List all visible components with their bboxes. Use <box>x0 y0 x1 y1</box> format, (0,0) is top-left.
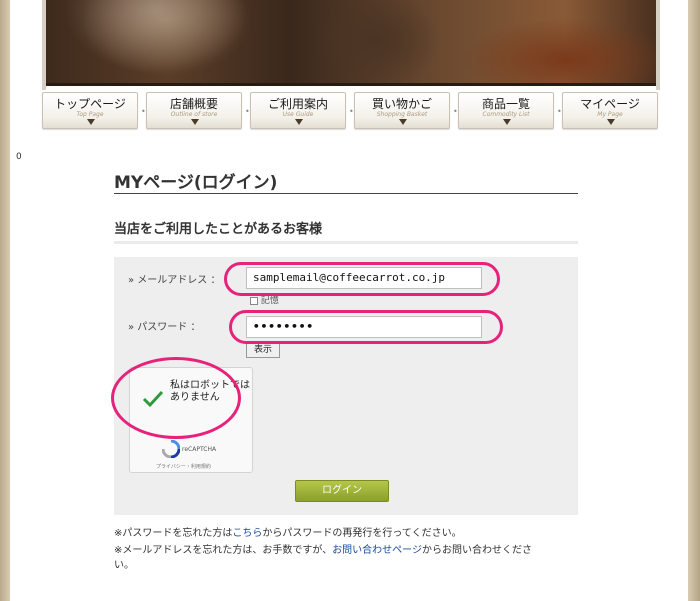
password-forgot-note: ※パスワードを忘れた方はこちらからパスワードの再発行を行ってください。 <box>114 527 584 541</box>
nav-sublabel: Outline of store <box>170 111 218 118</box>
chevron-down-icon <box>503 119 511 125</box>
password-field[interactable]: •••••••• <box>246 316 482 338</box>
remember-label: 記憶 <box>260 296 279 306</box>
right-border <box>688 0 700 601</box>
nav-separator: • <box>141 107 146 116</box>
counter-text: 0 <box>16 152 22 162</box>
email-label: » メールアドレス ： <box>128 275 221 286</box>
nav-sublabel: Top Page <box>76 111 104 118</box>
contact-page-link[interactable]: お問い合わせページ <box>332 545 422 556</box>
nav-top-page[interactable]: トップページ Top Page <box>42 92 138 129</box>
nav-sublabel: My Page <box>597 111 623 118</box>
recaptcha-text: 私はロボットではありません <box>170 380 250 403</box>
nav-label: 商品一覧 <box>481 97 530 111</box>
password-label: » パスワード ： <box>128 322 201 333</box>
email-field[interactable]: samplemail@coffeecarrot.co.jp <box>246 267 482 289</box>
password-reset-link[interactable]: こちら <box>232 528 262 539</box>
note-text: からパスワードの再発行を行ってください。 <box>262 528 462 539</box>
nav-commodity-list[interactable]: 商品一覧 Commodity List <box>458 92 554 129</box>
main-nav: トップページ Top Page • 店舗概要 Outline of store … <box>40 92 660 130</box>
recaptcha-brand: reCAPTCHA <box>182 446 217 453</box>
nav-separator: • <box>453 107 458 116</box>
section-title: 当店をご利用したことがあるお客様 <box>114 218 578 244</box>
nav-sublabel: Commodity List <box>482 111 530 118</box>
note-text: ※パスワードを忘れた方は <box>114 528 233 539</box>
checkbox-icon[interactable] <box>250 296 258 305</box>
remember-checkbox[interactable]: 記憶 <box>250 293 279 306</box>
nav-my-page[interactable]: マイページ My Page <box>562 92 658 129</box>
nav-use-guide[interactable]: ご利用案内 Use Guide <box>250 92 346 129</box>
page-title: MYページ(ログイン) <box>114 168 578 194</box>
nav-label: 店舗概要 <box>169 97 218 111</box>
nav-label: マイページ <box>580 97 640 111</box>
nav-sublabel: Shopping Basket <box>376 111 428 118</box>
nav-label: トップページ <box>54 97 126 111</box>
note-text: からお問い合わせくださ <box>422 545 532 556</box>
nav-store-outline[interactable]: 店舗概要 Outline of store <box>146 92 242 129</box>
checkmark-icon[interactable] <box>142 390 164 408</box>
nav-label: ご利用案内 <box>267 97 328 111</box>
nav-separator: • <box>349 107 354 116</box>
chevron-down-icon <box>87 119 95 125</box>
chevron-down-icon <box>191 119 199 125</box>
email-forgot-note-cont: い。 <box>114 560 134 571</box>
nav-label: 買い物かご <box>371 97 432 111</box>
email-forgot-note: ※メールアドレスを忘れた方は、お手数ですが、お問い合わせページからお問い合わせく… <box>114 544 584 558</box>
hero-frame-right <box>656 0 660 90</box>
recaptcha-links[interactable]: プライバシー・利用規約 <box>156 463 211 470</box>
nav-sublabel: Use Guide <box>282 111 314 118</box>
hero-image <box>46 0 656 86</box>
left-border <box>0 0 10 601</box>
login-button[interactable]: ログイン <box>295 480 389 502</box>
show-password-button[interactable]: 表示 <box>246 342 280 358</box>
chevron-down-icon <box>295 119 303 125</box>
nav-separator: • <box>245 107 250 116</box>
chevron-down-icon <box>607 119 615 125</box>
note-text: ※メールアドレスを忘れた方は、お手数ですが、 <box>114 545 333 556</box>
chevron-down-icon <box>399 119 407 125</box>
nav-shopping-basket[interactable]: 買い物かご Shopping Basket <box>354 92 450 129</box>
recaptcha-logo-icon <box>162 440 180 458</box>
nav-separator: • <box>557 107 562 116</box>
recaptcha-widget[interactable]: 私はロボットではありません reCAPTCHA プライバシー・利用規約 <box>129 367 253 473</box>
